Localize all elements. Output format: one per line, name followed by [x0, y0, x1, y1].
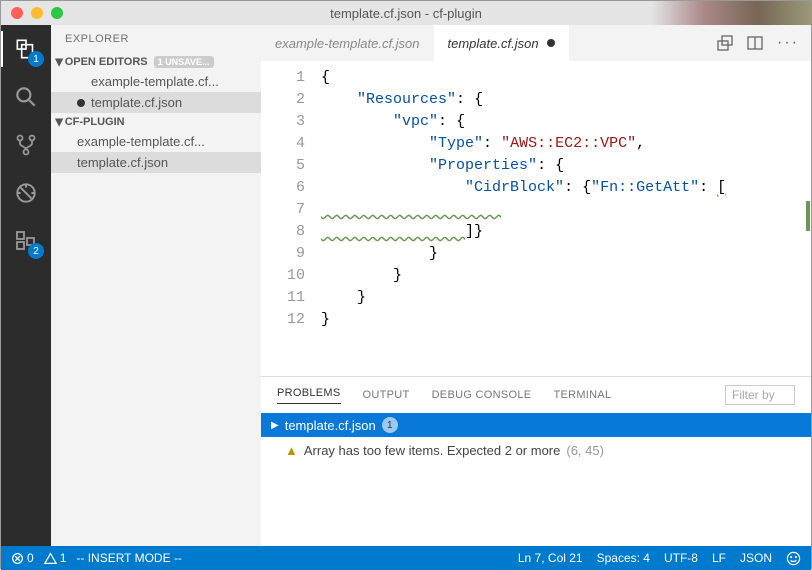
editor-tabs: example-template.cf.json template.cf.jso… [261, 25, 811, 61]
explorer-icon[interactable]: 1 [12, 35, 40, 63]
chevron-down-icon: ▶ [271, 420, 279, 431]
problem-count-badge: 1 [382, 417, 398, 433]
open-editor-item[interactable]: template.cf.json [51, 92, 261, 113]
explorer-badge: 1 [28, 51, 44, 67]
dirty-indicator-icon [547, 39, 555, 47]
filter-input[interactable]: Filter by [725, 385, 795, 405]
problem-item[interactable]: ▲ Array has too few items. Expected 2 or… [261, 437, 811, 464]
status-errors[interactable]: 0 [11, 551, 34, 565]
problem-file-group[interactable]: ▶ template.cf.json 1 [261, 413, 811, 437]
problem-location: (6, 45) [566, 443, 604, 458]
tab-label: template.cf.json [448, 36, 539, 51]
tab-output[interactable]: OUTPUT [363, 389, 410, 401]
chevron-down-icon: ▶ [53, 58, 64, 66]
titlebar: template.cf.json - cf-plugin [1, 1, 811, 25]
file-item[interactable]: example-template.cf... [51, 131, 261, 152]
file-label: example-template.cf... [77, 134, 205, 149]
code-editor[interactable]: 123456789101112 { "Resources": { "vpc": … [261, 61, 811, 376]
chevron-down-icon: ▶ [53, 118, 64, 126]
file-label: template.cf.json [77, 155, 168, 170]
overview-ruler-marker [806, 201, 810, 231]
status-encoding[interactable]: UTF-8 [664, 551, 698, 565]
status-warnings[interactable]: 1 [44, 551, 67, 565]
tab-example-template[interactable]: example-template.cf.json [261, 25, 434, 61]
problem-file-name: template.cf.json [285, 418, 376, 433]
status-language[interactable]: JSON [740, 551, 772, 565]
sidebar-header: EXPLORER [51, 25, 261, 53]
debug-icon[interactable] [12, 179, 40, 207]
folder-label: CF-PLUGIN [65, 116, 125, 128]
file-label: example-template.cf... [91, 74, 219, 89]
code-content[interactable]: { "Resources": { "vpc": { "Type": "AWS::… [321, 61, 726, 376]
file-item[interactable]: template.cf.json [51, 152, 261, 173]
warning-icon: ▲ [285, 443, 298, 458]
sidebar: EXPLORER ▶ OPEN EDITORS 1 UNSAVE... exam… [51, 25, 261, 546]
open-editors-label: OPEN EDITORS [65, 56, 148, 68]
more-icon[interactable]: ··· [777, 34, 799, 52]
problem-message: Array has too few items. Expected 2 or m… [304, 443, 561, 458]
unsaved-badge: 1 UNSAVE... [154, 56, 214, 68]
tab-problems[interactable]: PROBLEMS [277, 387, 341, 404]
feedback-icon[interactable] [786, 551, 801, 566]
editor-area: example-template.cf.json template.cf.jso… [261, 25, 811, 546]
status-cursor-position[interactable]: Ln 7, Col 21 [518, 551, 583, 565]
line-numbers: 123456789101112 [261, 61, 321, 376]
tab-label: example-template.cf.json [275, 36, 420, 51]
main-area: 1 2 EXPLORER ▶ OPEN EDITORS 1 UNSAVE... … [1, 25, 811, 546]
preview-icon[interactable] [717, 35, 733, 51]
activity-bar: 1 2 [1, 25, 51, 546]
status-eol[interactable]: LF [712, 551, 726, 565]
file-label: template.cf.json [91, 95, 182, 110]
tab-debug-console[interactable]: DEBUG CONSOLE [432, 389, 532, 401]
bottom-panel: PROBLEMS OUTPUT DEBUG CONSOLE TERMINAL F… [261, 376, 811, 546]
split-editor-icon[interactable] [747, 35, 763, 51]
extensions-icon[interactable]: 2 [12, 227, 40, 255]
tab-template[interactable]: template.cf.json [434, 25, 569, 61]
status-indentation[interactable]: Spaces: 4 [597, 551, 650, 565]
open-editors-header[interactable]: ▶ OPEN EDITORS 1 UNSAVE... [51, 53, 261, 71]
search-icon[interactable] [12, 83, 40, 111]
dirty-indicator-icon [77, 99, 85, 107]
tab-actions: ··· [705, 25, 811, 61]
extensions-badge: 2 [28, 243, 44, 259]
window-title: template.cf.json - cf-plugin [1, 6, 811, 21]
status-bar: 0 1 -- INSERT MODE -- Ln 7, Col 21 Space… [1, 546, 811, 570]
status-vim-mode: -- INSERT MODE -- [76, 551, 182, 565]
folder-header[interactable]: ▶ CF-PLUGIN [51, 113, 261, 131]
open-editor-item[interactable]: example-template.cf... [51, 71, 261, 92]
panel-tabs: PROBLEMS OUTPUT DEBUG CONSOLE TERMINAL F… [261, 377, 811, 413]
tab-terminal[interactable]: TERMINAL [553, 389, 611, 401]
source-control-icon[interactable] [12, 131, 40, 159]
